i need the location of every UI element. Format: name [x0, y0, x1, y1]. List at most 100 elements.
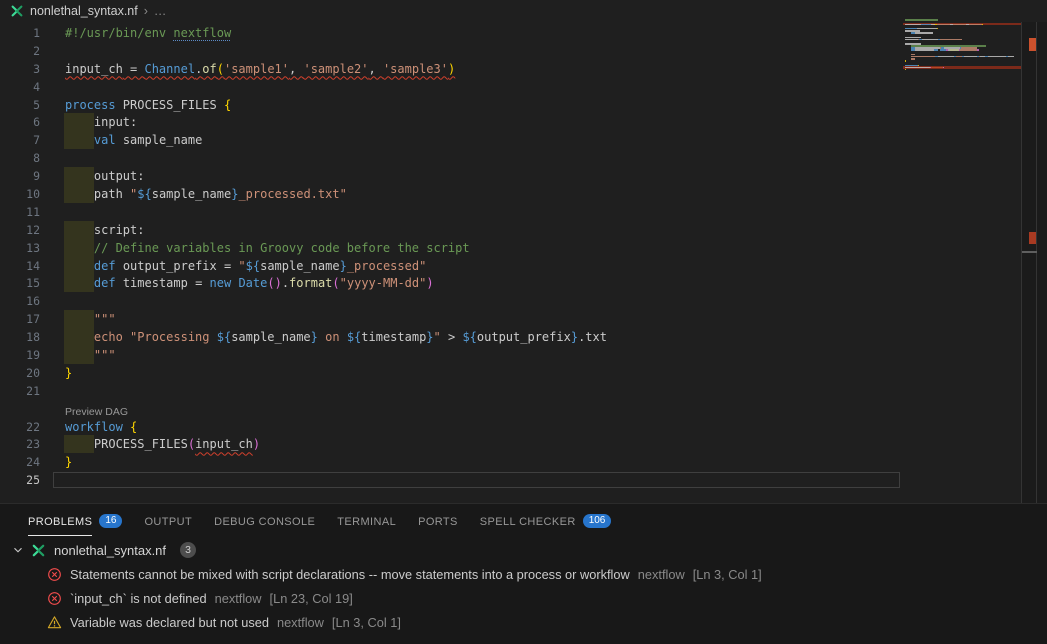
line-number[interactable]: 9 — [0, 169, 40, 183]
code-line[interactable]: 10 path "${sample_name}_processed.txt" — [0, 185, 1036, 203]
line-number[interactable]: 24 — [0, 455, 40, 469]
code-line[interactable]: 13 // Define variables in Groovy code be… — [0, 239, 1036, 257]
codelens-preview-dag[interactable]: Preview DAG — [65, 406, 128, 418]
code-text: """ — [65, 312, 116, 326]
line-number[interactable]: 20 — [0, 366, 40, 380]
warning-icon — [47, 615, 62, 630]
bottom-panel: PROBLEMS16 OUTPUT DEBUG CONSOLETERMINAL POR… — [0, 503, 1047, 644]
code-token: ${ — [246, 259, 260, 273]
line-number[interactable]: 13 — [0, 241, 40, 255]
code-line[interactable]: 20} — [0, 364, 1036, 382]
line-number[interactable]: 11 — [0, 205, 40, 219]
code-token: path — [65, 187, 130, 201]
code-token: """ — [94, 348, 116, 362]
line-number[interactable]: 1 — [0, 26, 40, 40]
code-line[interactable]: 5process PROCESS_FILES { — [0, 96, 1036, 114]
code-line[interactable]: 23 PROCESS_FILES(input_ch) — [0, 435, 1036, 453]
line-number[interactable]: 2 — [0, 44, 40, 58]
code-line[interactable]: 1#!/usr/bin/env nextflow — [0, 24, 1036, 42]
line-number[interactable]: 10 — [0, 187, 40, 201]
code-token: of — [202, 62, 216, 76]
line-number[interactable]: 5 — [0, 98, 40, 112]
code-line[interactable]: 4 — [0, 78, 1036, 96]
problem-item[interactable]: `input_ch` is not definednextflow[Ln 23,… — [0, 586, 1047, 610]
code-text: } — [65, 366, 72, 380]
breadcrumb-more[interactable]: … — [154, 4, 167, 18]
code-line[interactable]: 12 script: — [0, 221, 1036, 239]
line-number[interactable]: 15 — [0, 276, 40, 290]
code-line[interactable]: 9 output: — [0, 167, 1036, 185]
problems-filename: nonlethal_syntax.nf — [54, 543, 166, 558]
code-token: ${ — [217, 330, 231, 344]
code-token: } — [65, 455, 72, 469]
line-number[interactable]: 18 — [0, 330, 40, 344]
code-line[interactable]: 16 — [0, 292, 1036, 310]
code-token: sample_name — [152, 187, 231, 201]
line-number[interactable]: 14 — [0, 259, 40, 273]
code-line[interactable]: 2 — [0, 42, 1036, 60]
line-number[interactable]: 23 — [0, 437, 40, 451]
line-number[interactable]: 8 — [0, 151, 40, 165]
code-line[interactable]: 14 def output_prefix = "${sample_name}_p… — [0, 257, 1036, 275]
panel-tab-spell-checker[interactable]: SPELL CHECKER106 — [469, 504, 623, 538]
problems-file-group[interactable]: nonlethal_syntax.nf 3 — [0, 538, 1047, 562]
panel-tab-problems[interactable]: PROBLEMS16 — [17, 504, 133, 538]
code-token: #!/usr/bin/env — [65, 26, 173, 40]
line-number[interactable]: 22 — [0, 420, 40, 434]
panel-tab-terminal[interactable]: TERMINAL — [326, 504, 407, 538]
ruler-divider — [1036, 22, 1037, 503]
line-number[interactable]: 19 — [0, 348, 40, 362]
problem-message: `input_ch` is not defined — [70, 591, 207, 606]
code-line[interactable]: 6 input: — [0, 113, 1036, 131]
line-number[interactable]: 3 — [0, 62, 40, 76]
problem-item[interactable]: Variable was declared but not usednextfl… — [0, 610, 1047, 634]
tab-label: OUTPUT — [144, 507, 192, 536]
line-number[interactable]: 12 — [0, 223, 40, 237]
code-token: { — [224, 98, 231, 112]
code-token: } — [311, 330, 318, 344]
panel-tab-output[interactable]: OUTPUT — [133, 504, 203, 538]
line-number[interactable]: 7 — [0, 133, 40, 147]
codelens-row: Preview DAG — [0, 400, 1036, 418]
code-line[interactable]: 25 — [0, 471, 1036, 489]
problem-message: Statements cannot be mixed with script d… — [70, 567, 630, 582]
code-line[interactable]: 21 — [0, 382, 1036, 400]
code-editor[interactable]: 1#!/usr/bin/env nextflow23input_ch = Cha… — [0, 22, 1036, 503]
scrollbar-overview-ruler[interactable] — [1021, 22, 1047, 503]
code-text: // Define variables in Groovy code befor… — [65, 241, 470, 255]
problem-item[interactable]: Statements cannot be mixed with script d… — [0, 562, 1047, 586]
code-token: .txt — [578, 330, 607, 344]
panel-tab-debug-console[interactable]: DEBUG CONSOLE — [203, 504, 326, 538]
tab-label: PORTS — [418, 507, 458, 536]
code-text: def timestamp = new Date().format("yyyy-… — [65, 276, 434, 290]
minimap[interactable] — [903, 19, 1021, 73]
line-number[interactable]: 16 — [0, 294, 40, 308]
breadcrumb[interactable]: nonlethal_syntax.nf › … — [0, 0, 1047, 22]
code-line[interactable]: 11 — [0, 203, 1036, 221]
code-line[interactable]: 8 — [0, 149, 1036, 167]
line-number[interactable]: 17 — [0, 312, 40, 326]
code-line[interactable]: 17 """ — [0, 310, 1036, 328]
code-line[interactable]: 22workflow { — [0, 418, 1036, 436]
line-number[interactable]: 21 — [0, 384, 40, 398]
chevron-down-icon[interactable] — [11, 543, 25, 557]
code-line[interactable]: 18 echo "Processing ${sample_name} on ${… — [0, 328, 1036, 346]
code-line[interactable]: 3input_ch = Channel.of('sample1', 'sampl… — [0, 60, 1036, 78]
code-token: output_prefix — [477, 330, 571, 344]
line-number[interactable]: 6 — [0, 115, 40, 129]
panel-tab-ports[interactable]: PORTS — [407, 504, 469, 538]
code-line[interactable]: 15 def timestamp = new Date().format("yy… — [0, 274, 1036, 292]
code-line[interactable]: 7 val sample_name — [0, 131, 1036, 149]
code-token — [65, 276, 94, 290]
code-token: // Define variables in Groovy code befor… — [94, 241, 470, 255]
code-line[interactable]: 24} — [0, 453, 1036, 471]
code-token: ( — [188, 437, 195, 451]
code-token: ( — [267, 276, 274, 290]
code-token: } — [571, 330, 578, 344]
line-number[interactable]: 4 — [0, 80, 40, 94]
scrollbar-slider-edge[interactable] — [1022, 251, 1037, 253]
breadcrumb-filename[interactable]: nonlethal_syntax.nf — [30, 4, 138, 18]
line-number[interactable]: 25 — [0, 473, 40, 487]
code-token: input_ch — [195, 437, 253, 451]
code-line[interactable]: 19 """ — [0, 346, 1036, 364]
